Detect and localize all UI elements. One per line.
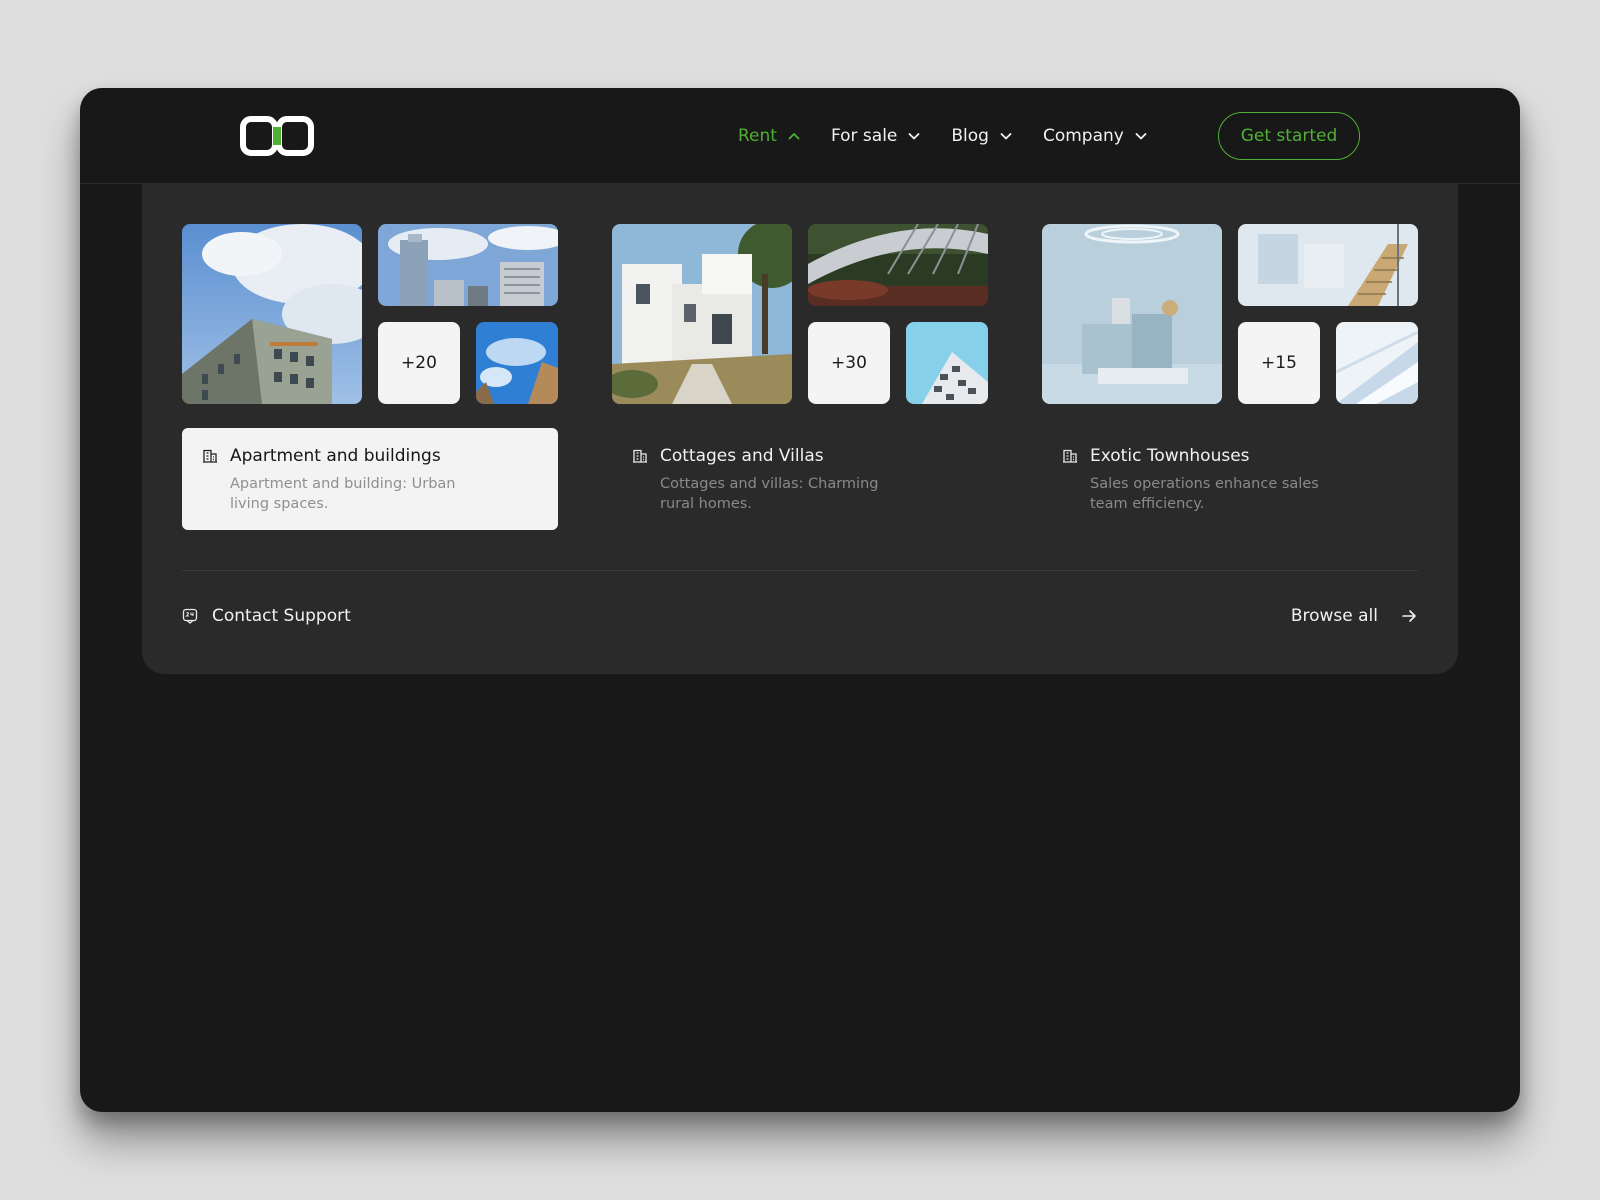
photo-pedestal-interior[interactable] (1042, 224, 1222, 404)
category-title: Exotic Townhouses (1090, 446, 1250, 466)
support-chat-icon (182, 608, 198, 624)
nav-item-company[interactable]: Company (1043, 122, 1148, 150)
get-started-button[interactable]: Get started (1218, 112, 1360, 160)
building-icon (203, 449, 217, 463)
logo[interactable] (240, 116, 314, 156)
browse-all-label: Browse all (1290, 606, 1378, 626)
photo-white-villa[interactable] (612, 224, 792, 404)
nav-item-blog[interactable]: Blog (951, 122, 1013, 150)
more-photos-count[interactable]: +15 (1238, 322, 1320, 404)
more-photos-count[interactable]: +20 (378, 322, 460, 404)
category-title: Apartment and buildings (230, 446, 441, 466)
nav-item-label: Rent (738, 126, 777, 146)
nav-item-label: For sale (830, 126, 898, 146)
building-icon (1063, 449, 1077, 463)
nav-item-rent[interactable]: Rent (738, 122, 801, 150)
nav-item-label: Company (1042, 126, 1124, 146)
category-card[interactable]: Apartment and buildings Apartment and bu… (182, 428, 558, 530)
photo-grid: +15 (1042, 224, 1418, 404)
browse-all-link[interactable]: Browse all (1291, 606, 1418, 626)
photo-tower-sky[interactable] (476, 322, 558, 404)
category-cottages: +30 Cottages and Villas Cottages and vil… (612, 224, 988, 530)
category-description: Sales operations enhance sales team effi… (1090, 476, 1319, 512)
photo-modern-pavilion[interactable] (808, 224, 988, 306)
app-window: Rent For sale Blog Company Get started +… (80, 88, 1520, 1112)
category-description: Cottages and villas: Charming rural home… (660, 476, 879, 512)
category-description: Apartment and building: Urban living spa… (230, 476, 456, 512)
photo-grid: +30 (612, 224, 988, 404)
category-apartments: +20 Apartment and buildings Apartment an… (182, 224, 558, 530)
nav-item-label: Blog (951, 126, 989, 146)
chevron-down-icon (908, 133, 920, 140)
photo-apartment-building[interactable] (182, 224, 362, 404)
main-nav: Rent For sale Blog Company (738, 122, 1178, 150)
rent-dropdown-panel: +20 Apartment and buildings Apartment an… (142, 184, 1458, 674)
category-title: Cottages and Villas (660, 446, 824, 466)
top-navbar: Rent For sale Blog Company Get started (80, 88, 1520, 184)
category-townhouses: +15 Exotic Townhouses Sales operations e… (1042, 224, 1418, 530)
contact-support-label: Contact Support (212, 606, 351, 626)
more-photos-count[interactable]: +30 (808, 322, 890, 404)
photo-white-architecture[interactable] (1336, 322, 1418, 404)
nav-item-for-sale[interactable]: For sale (831, 122, 921, 150)
chevron-down-icon (1135, 133, 1147, 140)
photo-tower-corner[interactable] (906, 322, 988, 404)
chevron-down-icon (1000, 133, 1012, 140)
photo-staircase-interior[interactable] (1238, 224, 1418, 306)
photo-grid: +20 (182, 224, 558, 404)
building-icon (633, 449, 647, 463)
chevron-up-icon (788, 133, 800, 140)
panel-divider (182, 570, 1418, 571)
arrow-right-icon (1402, 610, 1416, 622)
photo-city-skyline[interactable] (378, 224, 558, 306)
contact-support-link[interactable]: Contact Support (182, 606, 351, 626)
category-card[interactable]: Cottages and Villas Cottages and villas:… (612, 428, 988, 530)
category-card[interactable]: Exotic Townhouses Sales operations enhan… (1042, 428, 1418, 530)
